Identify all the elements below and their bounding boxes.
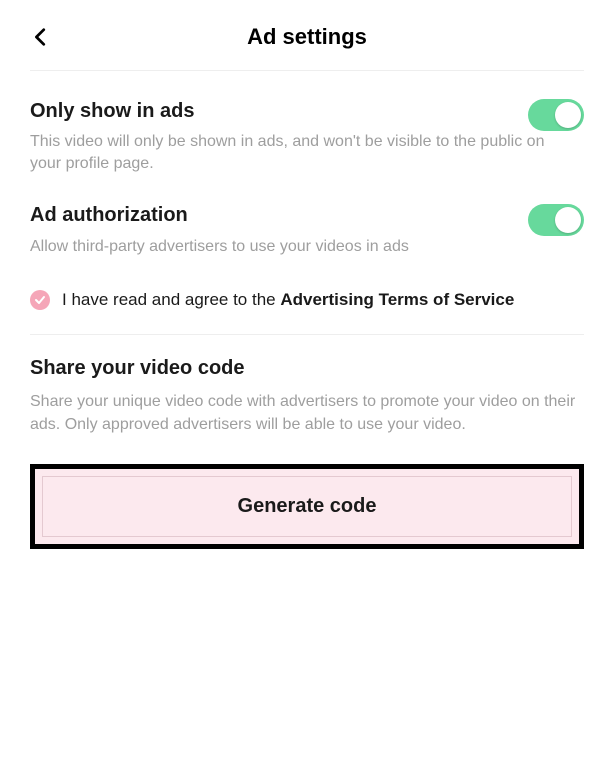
check-icon	[30, 290, 50, 310]
only-show-in-ads-section: Only show in ads This video will only be…	[30, 99, 584, 176]
only-show-desc: This video will only be shown in ads, an…	[30, 131, 584, 176]
terms-prefix: I have read and agree to the	[62, 290, 280, 309]
ad-auth-toggle[interactable]	[528, 204, 584, 236]
ad-auth-title: Ad authorization	[30, 204, 188, 227]
share-title: Share your video code	[30, 357, 584, 380]
generate-code-highlight: Generate code	[30, 464, 584, 549]
back-icon[interactable]	[30, 26, 52, 48]
generate-code-button[interactable]: Generate code	[42, 476, 572, 537]
terms-agree-row[interactable]: I have read and agree to the Advertising…	[30, 288, 584, 312]
terms-link[interactable]: Advertising Terms of Service	[280, 290, 514, 309]
terms-agree-text: I have read and agree to the Advertising…	[62, 288, 514, 312]
header: Ad settings	[30, 24, 584, 71]
page-title: Ad settings	[30, 24, 584, 50]
ad-auth-desc: Allow third-party advertisers to use you…	[30, 236, 584, 258]
only-show-toggle[interactable]	[528, 99, 584, 131]
divider	[30, 334, 584, 335]
only-show-title: Only show in ads	[30, 100, 194, 123]
share-code-section: Share your video code Share your unique …	[30, 357, 584, 436]
ad-authorization-section: Ad authorization Allow third-party adver…	[30, 204, 584, 258]
share-desc: Share your unique video code with advert…	[30, 390, 584, 436]
